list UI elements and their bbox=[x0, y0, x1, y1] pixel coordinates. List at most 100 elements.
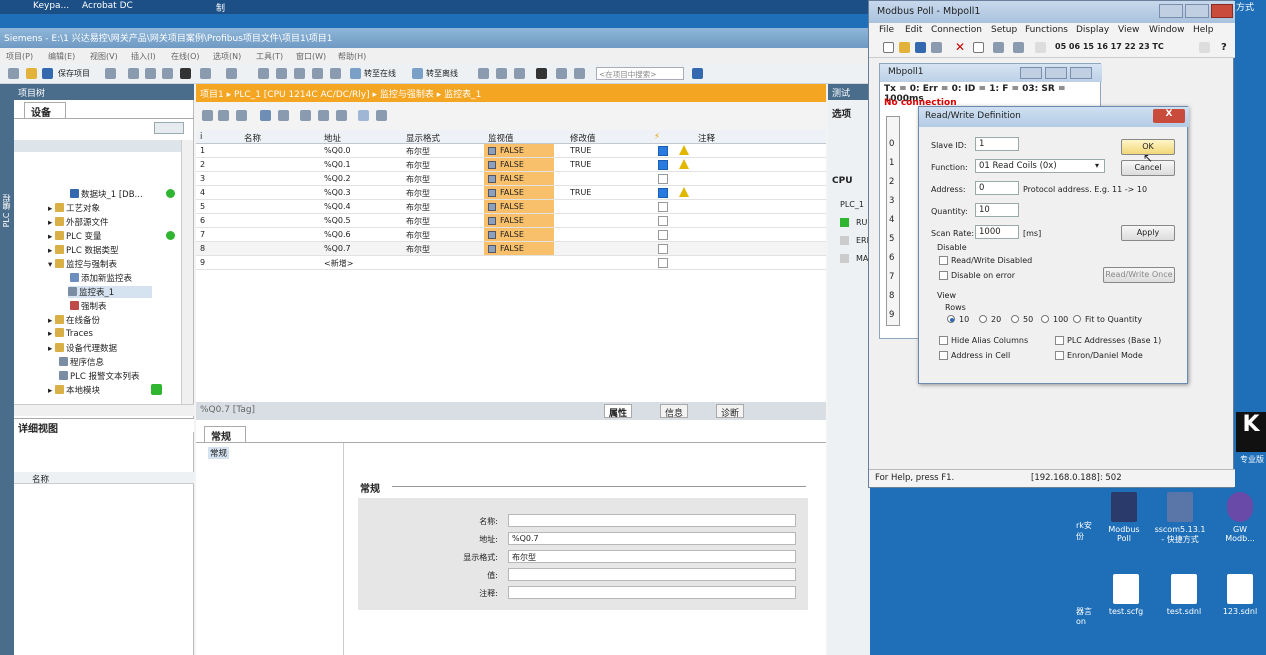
menu-item[interactable]: 视图(V) bbox=[90, 51, 118, 62]
field-comment[interactable] bbox=[508, 586, 796, 599]
tree-item-alarm-texts[interactable]: PLC 报警文本列表 bbox=[70, 372, 140, 382]
modify-checkbox[interactable] bbox=[658, 258, 668, 268]
tree-item-watch-table-1[interactable]: 监控表_1 bbox=[79, 288, 114, 298]
rows-10-radio[interactable] bbox=[947, 315, 955, 323]
modify-checkbox[interactable] bbox=[658, 216, 668, 226]
read-write-icon[interactable] bbox=[993, 42, 1004, 53]
go-online-icon[interactable] bbox=[350, 68, 361, 79]
taskbar-item[interactable]: 制 bbox=[216, 1, 225, 14]
menu-edit[interactable]: Edit bbox=[905, 25, 922, 35]
fit-quantity-radio[interactable] bbox=[1073, 315, 1081, 323]
tree-item-db1[interactable]: 数据块_1 [DB... bbox=[81, 190, 143, 200]
taskbar-item[interactable]: Keypa... bbox=[33, 1, 69, 11]
menu-setup[interactable]: Setup bbox=[991, 25, 1017, 35]
close-icon[interactable] bbox=[1211, 4, 1233, 18]
col-modify-value[interactable]: 修改值 bbox=[570, 132, 596, 144]
accessible-devices-icon[interactable] bbox=[478, 68, 489, 79]
tab-general[interactable]: 常规 bbox=[204, 426, 246, 443]
simulate-icon[interactable] bbox=[312, 68, 323, 79]
tree-item-program-info[interactable]: 程序信息 bbox=[70, 358, 104, 368]
row-address[interactable]: %Q0.3 bbox=[324, 188, 351, 197]
test-options[interactable]: 选项 bbox=[832, 106, 851, 120]
row-index[interactable]: 4 bbox=[200, 188, 205, 197]
col-monitor-value[interactable]: 监视值 bbox=[488, 132, 514, 144]
side-label[interactable]: PLC 编程 bbox=[1, 194, 12, 227]
undo-icon[interactable] bbox=[200, 68, 211, 79]
table-row[interactable]: 9 <新增> bbox=[196, 256, 826, 270]
tree-item-ext-source[interactable]: 外部源文件 bbox=[66, 218, 109, 228]
function-codes[interactable]: 05 06 15 16 17 22 23 TC bbox=[1055, 42, 1164, 51]
row-monitor-value[interactable]: FALSE bbox=[500, 202, 524, 211]
tree-hscrollbar[interactable] bbox=[14, 404, 194, 416]
menu-item[interactable]: 在线(O) bbox=[171, 51, 200, 62]
menu-item[interactable]: 选项(N) bbox=[213, 51, 241, 62]
modify-checkbox[interactable] bbox=[658, 244, 668, 254]
address-input[interactable]: 0 bbox=[975, 181, 1019, 195]
row-monitor-value[interactable]: FALSE bbox=[500, 174, 524, 183]
table-row[interactable]: 1 %Q0.0 布尔型 FALSE TRUE bbox=[196, 144, 826, 158]
split-h-icon[interactable] bbox=[556, 68, 567, 79]
cut-icon[interactable] bbox=[128, 68, 139, 79]
save-icon[interactable] bbox=[915, 42, 926, 53]
col-format[interactable]: 显示格式 bbox=[406, 132, 440, 144]
menu-functions[interactable]: Functions bbox=[1025, 25, 1068, 35]
disable-on-error-checkbox[interactable] bbox=[939, 271, 948, 280]
compile-icon[interactable] bbox=[258, 68, 269, 79]
table-row[interactable]: 4 %Q0.3 布尔型 FALSE TRUE bbox=[196, 186, 826, 200]
upload-icon[interactable] bbox=[294, 68, 305, 79]
table-row[interactable]: 3 %Q0.2 布尔型 FALSE bbox=[196, 172, 826, 186]
col-address[interactable]: 地址 bbox=[324, 132, 341, 144]
field-format[interactable]: 布尔型 bbox=[508, 550, 796, 563]
tree-item-device-proxy[interactable]: 设备代理数据 bbox=[66, 344, 117, 354]
address-in-cell-checkbox[interactable] bbox=[939, 351, 948, 360]
menu-display[interactable]: Display bbox=[1076, 25, 1109, 35]
row-format[interactable]: 布尔型 bbox=[406, 202, 430, 213]
menu-view[interactable]: View bbox=[1118, 25, 1139, 35]
menu-file[interactable]: File bbox=[879, 25, 894, 35]
device-icon[interactable] bbox=[330, 68, 341, 79]
row-index[interactable]: 3 bbox=[200, 174, 205, 183]
row-monitor-value[interactable]: FALSE bbox=[500, 230, 524, 239]
monitor-all-icon[interactable] bbox=[260, 110, 271, 121]
row-address[interactable]: %Q0.2 bbox=[324, 174, 351, 183]
taskbar-item[interactable]: Acrobat DC bbox=[82, 1, 133, 11]
tree-item-watch-force[interactable]: 监控与强制表 bbox=[66, 260, 117, 270]
go-offline-icon[interactable] bbox=[412, 68, 423, 79]
row-address[interactable]: %Q0.1 bbox=[324, 160, 351, 169]
pulse-icon[interactable] bbox=[1035, 42, 1046, 53]
minimize-icon[interactable] bbox=[1020, 67, 1042, 79]
row-monitor-value[interactable]: FALSE bbox=[500, 146, 524, 155]
row-index[interactable]: 9 bbox=[200, 258, 205, 267]
table-row[interactable]: 5 %Q0.4 布尔型 FALSE bbox=[196, 200, 826, 214]
enable-periph-icon[interactable] bbox=[336, 110, 347, 121]
table-row[interactable]: 7 %Q0.6 布尔型 FALSE bbox=[196, 228, 826, 242]
copy-icon[interactable] bbox=[145, 68, 156, 79]
go-offline-button[interactable]: 转至离线 bbox=[426, 68, 458, 79]
menu-window[interactable]: Window bbox=[1149, 25, 1185, 35]
menu-item[interactable]: 窗口(W) bbox=[296, 51, 326, 62]
row-format[interactable]: 布尔型 bbox=[406, 188, 430, 199]
desktop-label[interactable]: 器言 on bbox=[1076, 606, 1092, 626]
close-icon[interactable] bbox=[536, 68, 547, 79]
rows-20-radio[interactable] bbox=[979, 315, 987, 323]
detail-view-title[interactable]: 详细视图 bbox=[14, 418, 194, 435]
save-button[interactable]: 保存项目 bbox=[58, 68, 90, 79]
test-cpu[interactable]: CPU bbox=[832, 176, 853, 186]
new-icon[interactable] bbox=[8, 68, 19, 79]
row-address[interactable]: %Q0.4 bbox=[324, 202, 351, 211]
save-icon[interactable] bbox=[42, 68, 53, 79]
menu-item[interactable]: 项目(P) bbox=[6, 51, 33, 62]
tab-properties[interactable]: 属性 bbox=[604, 404, 633, 419]
tree-scrollbar[interactable] bbox=[181, 140, 193, 404]
delete-icon[interactable] bbox=[180, 68, 191, 79]
scan-rate-input[interactable]: 1000 bbox=[975, 225, 1019, 239]
download-icon[interactable] bbox=[276, 68, 287, 79]
desktop-icon-modbus-poll[interactable]: Modbus Poll bbox=[1098, 492, 1150, 543]
tree-item-plc-tags[interactable]: PLC 变量 bbox=[66, 232, 102, 242]
table-row[interactable]: 6 %Q0.5 布尔型 FALSE bbox=[196, 214, 826, 228]
props-nav-general[interactable]: 常规 bbox=[208, 447, 230, 459]
rw-disabled-checkbox[interactable] bbox=[939, 256, 948, 265]
tab-info[interactable]: 信息 bbox=[660, 404, 689, 419]
new-icon[interactable] bbox=[883, 42, 894, 53]
menu-item[interactable]: 帮助(H) bbox=[338, 51, 366, 62]
